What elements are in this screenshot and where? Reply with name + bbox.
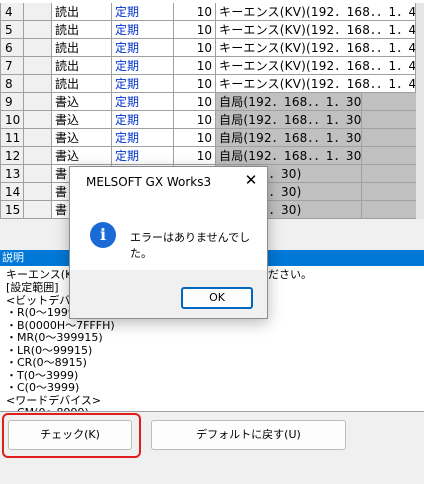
row-header-spacer — [24, 75, 52, 93]
grid-row[interactable]: 9 書込 定期 10 自局(192．168．．1．30) — [0, 93, 424, 111]
row-number: 14 — [0, 183, 24, 201]
scrollbar-track[interactable] — [416, 75, 424, 93]
operation-cell[interactable]: 書込 — [52, 111, 112, 129]
operation-cell[interactable]: 書込 — [52, 93, 112, 111]
row-number: 10 — [0, 111, 24, 129]
timing-cell[interactable]: 定期 — [112, 93, 174, 111]
operation-cell[interactable]: 読出 — [52, 39, 112, 57]
scrollbar-track[interactable] — [416, 57, 424, 75]
row-number: 13 — [0, 165, 24, 183]
target-station-cell[interactable]: キーエンス(KV)(192．168．．1．40) — [216, 75, 416, 93]
message-dialog: MELSOFT GX Works3 ✕ i エラーはありませんでした。 OK — [69, 166, 268, 319]
row-header-spacer — [24, 129, 52, 147]
scrollbar-track[interactable] — [416, 183, 424, 201]
row-number: 8 — [0, 75, 24, 93]
disabled-cell — [362, 165, 416, 183]
target-station-cell[interactable]: キーエンス(KV)(192．168．．1．40) — [216, 3, 416, 21]
timing-cell[interactable]: 定期 — [112, 111, 174, 129]
row-header-spacer — [24, 93, 52, 111]
grid-row[interactable]: 5 読出 定期 10 キーエンス(KV)(192．168．．1．40) — [0, 21, 424, 39]
timing-cell[interactable]: 定期 — [112, 147, 174, 165]
row-header-spacer — [24, 39, 52, 57]
row-header-spacer — [24, 147, 52, 165]
disabled-cell — [362, 147, 416, 165]
target-station-cell[interactable]: 自局(192．168．．1．30) — [216, 129, 362, 147]
count-cell[interactable]: 10 — [174, 147, 216, 165]
grid-row[interactable]: 6 読出 定期 10 キーエンス(KV)(192．168．．1．40) — [0, 39, 424, 57]
grid-row[interactable]: 11 書込 定期 10 自局(192．168．．1．30) — [0, 129, 424, 147]
row-header-spacer — [24, 201, 52, 219]
row-header-spacer — [24, 57, 52, 75]
count-cell[interactable]: 10 — [174, 75, 216, 93]
dialog-footer: OK — [70, 270, 267, 318]
disabled-cell — [362, 201, 416, 219]
dialog-message: エラーはありませんでした。 — [130, 231, 251, 260]
count-cell[interactable]: 10 — [174, 111, 216, 129]
scrollbar-track[interactable] — [416, 201, 424, 219]
target-station-cell[interactable]: 自局(192．168．．1．30) — [216, 93, 362, 111]
operation-cell[interactable]: 書込 — [52, 129, 112, 147]
scrollbar-track[interactable] — [416, 165, 424, 183]
target-station-cell[interactable]: キーエンス(KV)(192．168．．1．40) — [216, 21, 416, 39]
count-cell[interactable]: 10 — [174, 57, 216, 75]
row-number: 6 — [0, 39, 24, 57]
operation-cell[interactable]: 読出 — [52, 75, 112, 93]
row-header-spacer — [24, 3, 52, 21]
disabled-cell — [362, 129, 416, 147]
operation-cell[interactable]: 書込 — [52, 147, 112, 165]
timing-cell[interactable]: 定期 — [112, 39, 174, 57]
count-cell[interactable]: 10 — [174, 129, 216, 147]
scrollbar-track[interactable] — [416, 3, 424, 21]
scrollbar-track[interactable] — [416, 111, 424, 129]
grid-row[interactable]: 8 読出 定期 10 キーエンス(KV)(192．168．．1．40) — [0, 75, 424, 93]
disabled-cell — [362, 183, 416, 201]
disabled-cell — [362, 93, 416, 111]
row-number: 12 — [0, 147, 24, 165]
grid-row[interactable]: 4 読出 定期 10 キーエンス(KV)(192．168．．1．40) — [0, 3, 424, 21]
timing-cell[interactable]: 定期 — [112, 129, 174, 147]
info-icon: i — [90, 222, 116, 248]
row-header-spacer — [24, 183, 52, 201]
row-number: 9 — [0, 93, 24, 111]
check-button-highlight — [2, 413, 141, 458]
restore-default-button[interactable]: デフォルトに戻す(U) — [151, 420, 346, 450]
target-station-cell[interactable]: キーエンス(KV)(192．168．．1．40) — [216, 39, 416, 57]
count-cell[interactable]: 10 — [174, 93, 216, 111]
grid-row[interactable]: 12 書込 定期 10 自局(192．168．．1．30) — [0, 147, 424, 165]
target-station-cell[interactable]: 自局(192．168．．1．30) — [216, 147, 362, 165]
count-cell[interactable]: 10 — [174, 39, 216, 57]
scrollbar-track[interactable] — [416, 129, 424, 147]
count-cell[interactable]: 10 — [174, 3, 216, 21]
scrollbar-track[interactable] — [416, 39, 424, 57]
timing-cell[interactable]: 定期 — [112, 75, 174, 93]
description-line: ださい。 — [268, 268, 312, 281]
scrollbar-track[interactable] — [416, 21, 424, 39]
row-number: 11 — [0, 129, 24, 147]
row-number: 5 — [0, 21, 24, 39]
row-number: 7 — [0, 57, 24, 75]
scrollbar-track[interactable] — [416, 93, 424, 111]
timing-cell[interactable]: 定期 — [112, 21, 174, 39]
timing-cell[interactable]: 定期 — [112, 3, 174, 21]
operation-cell[interactable]: 読出 — [52, 57, 112, 75]
row-header-spacer — [24, 165, 52, 183]
disabled-cell — [362, 111, 416, 129]
grid-row[interactable]: 7 読出 定期 10 キーエンス(KV)(192．168．．1．40) — [0, 57, 424, 75]
count-cell[interactable]: 10 — [174, 21, 216, 39]
timing-cell[interactable]: 定期 — [112, 57, 174, 75]
row-number: 4 — [0, 3, 24, 21]
row-header-spacer — [24, 111, 52, 129]
row-header-spacer — [24, 21, 52, 39]
row-number: 15 — [0, 201, 24, 219]
close-icon[interactable]: ✕ — [243, 173, 259, 188]
description-line: ・CM(0～8999) — [6, 406, 89, 411]
grid-row[interactable]: 10 書込 定期 10 自局(192．168．．1．30) — [0, 111, 424, 129]
operation-cell[interactable]: 読出 — [52, 3, 112, 21]
dialog-title: MELSOFT GX Works3 — [86, 175, 212, 189]
scrollbar-track[interactable] — [416, 147, 424, 165]
operation-cell[interactable]: 読出 — [52, 21, 112, 39]
target-station-cell[interactable]: キーエンス(KV)(192．168．．1．40) — [216, 57, 416, 75]
ok-button[interactable]: OK — [181, 287, 253, 309]
target-station-cell[interactable]: 自局(192．168．．1．30) — [216, 111, 362, 129]
